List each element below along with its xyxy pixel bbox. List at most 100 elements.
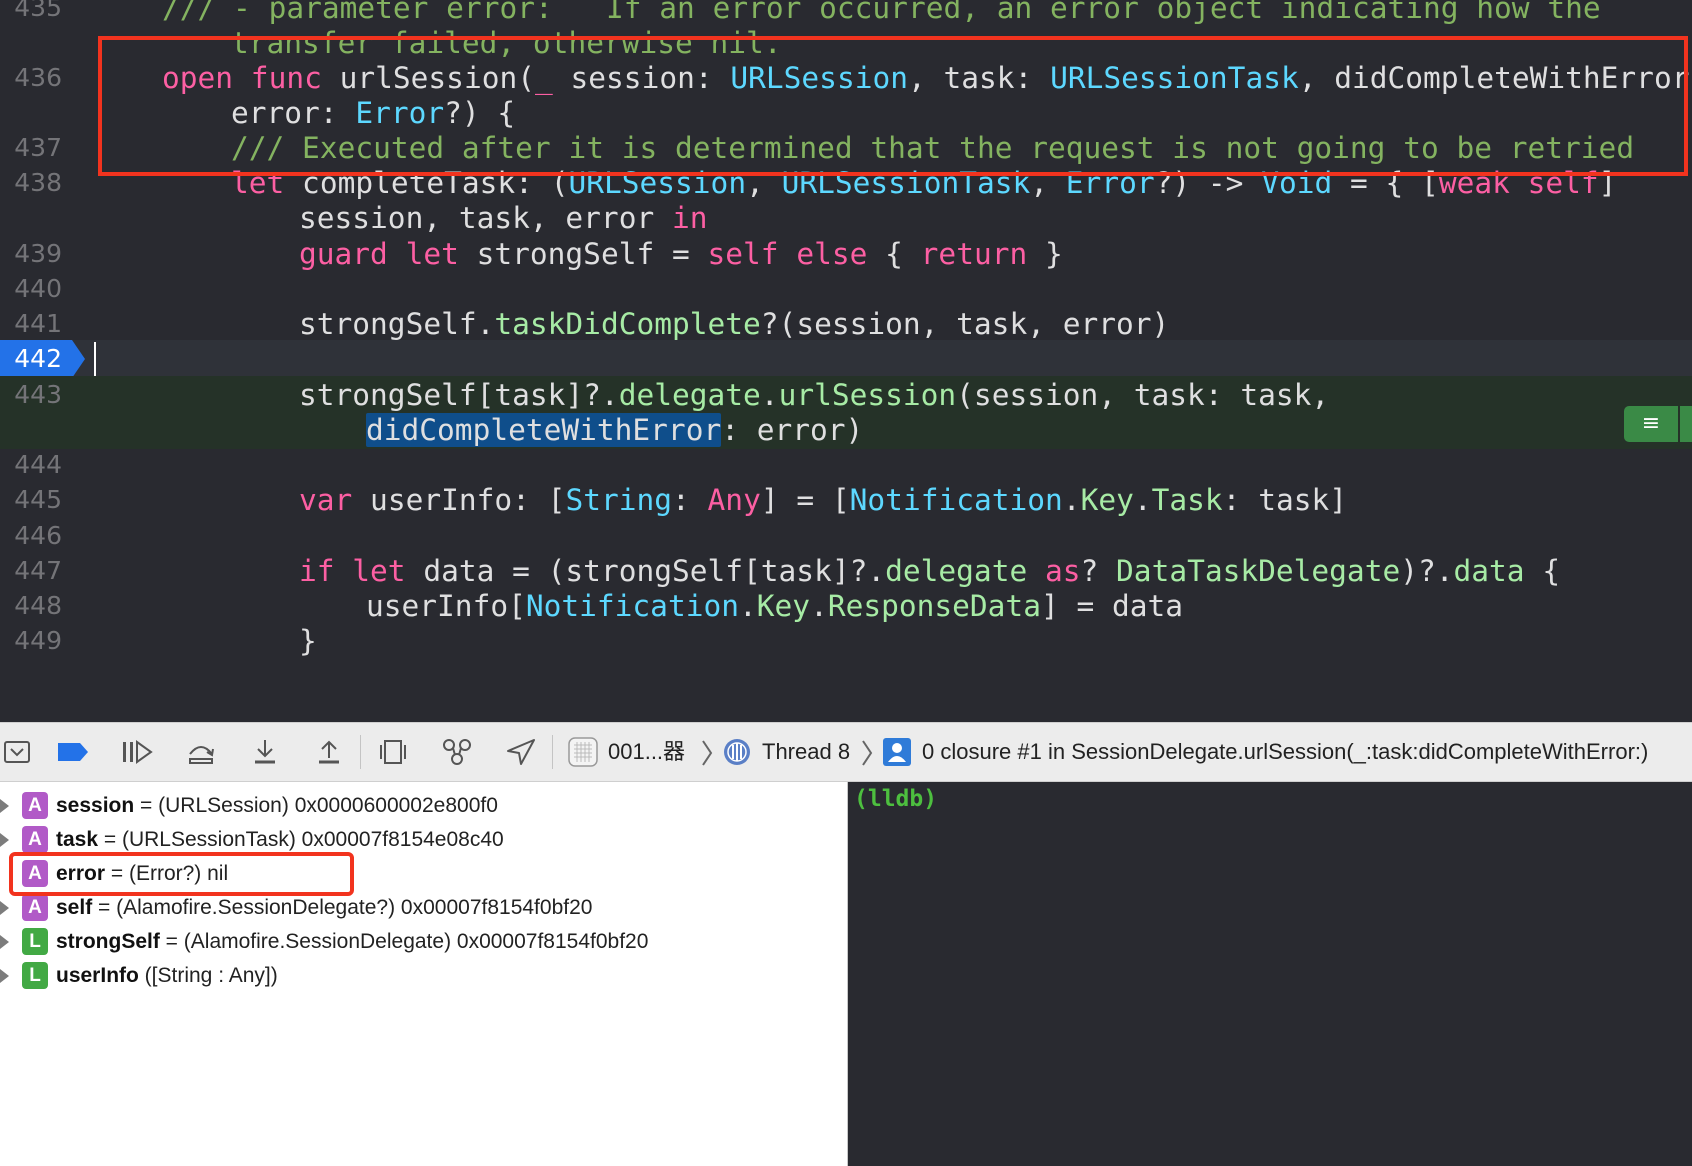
continue-icon[interactable] [120,735,154,769]
disclosure-triangle-icon[interactable] [0,799,9,813]
variables-view[interactable]: Asession = (URLSession) 0x0000600002e800… [0,782,848,1166]
code-token: URLSession [568,166,747,200]
code-line-l439[interactable]: 439 guard let strongSelf = self else { re… [0,235,1692,273]
disclosure-triangle-icon[interactable] [0,935,9,949]
code-token: , [1030,166,1066,200]
stack-frame-name[interactable]: 0 closure #1 in SessionDelegate.urlSessi… [922,723,1648,781]
breakpoints-toggle-icon[interactable] [56,735,90,769]
breakpoint-marker[interactable]: 442 [0,340,85,378]
variable-row-self[interactable]: Aself = (Alamofire.SessionDelegate?) 0x0… [0,890,840,926]
variable-text: task = (URLSessionTask) 0x00007f8154e08c… [56,822,504,858]
line-number: 448 [14,591,62,620]
step-out-icon[interactable] [312,735,346,769]
code-token: } [299,624,317,658]
code-token: ] = data [1040,589,1184,623]
code-line-l446[interactable]: 446 [0,517,1692,555]
view-hierarchy-icon[interactable] [376,735,410,769]
thread-icon [720,735,754,769]
list-icon[interactable]: ≡ [1624,406,1678,442]
code-token: guard let [299,237,459,271]
code-token: urlSession( [321,61,535,95]
argument-badge: A [22,894,48,921]
variable-value: ([String : Any]) [138,964,278,987]
code-token: _ [535,61,553,95]
code-line-l444[interactable]: 444 [0,446,1692,484]
code-token: let [231,166,285,200]
variable-row-error[interactable]: Aerror = (Error?) nil [0,856,840,892]
code-token: URLSessionTask [1050,61,1299,95]
code-token: strongSelf[task]?. [299,378,619,412]
text-cursor [94,342,96,376]
code-token: self else [707,237,868,271]
code-editor[interactable]: 435 /// - parameter error: If an error oc… [0,0,1692,722]
code-token: Error [1065,166,1155,200]
code-line-l440[interactable]: 440 [0,270,1692,308]
variable-name: self [56,896,93,919]
variable-row-task[interactable]: Atask = (URLSessionTask) 0x00007f8154e08… [0,822,840,858]
line-number: 442 [14,344,62,373]
variable-row-userInfo[interactable]: LuserInfo ([String : Any]) [0,958,840,994]
toolbar-separator [360,735,361,769]
code-token: URLSession [730,61,908,95]
process-name[interactable]: 001...器 [608,723,685,781]
code-token: as [1027,554,1081,588]
code-token: )?. [1400,554,1454,588]
code-line-l435[interactable]: 435 /// - parameter error: If an error oc… [0,0,1692,27]
code-line-l436[interactable]: 436 open func urlSession(_ session: URLSe… [0,59,1692,97]
code-line-l441[interactable]: 441 strongSelf.taskDidComplete?(session, … [0,305,1692,343]
process-icon [566,735,600,769]
lldb-prompt[interactable]: (lldb) [854,784,937,814]
step-into-icon[interactable] [248,735,282,769]
code-token: ResponseData [827,589,1041,623]
code-token: , task: [907,61,1051,95]
code-line-l442[interactable]: 442 [0,340,1692,378]
line-number: 440 [14,274,62,303]
code-line-l443[interactable]: 443 strongSelf[task]?.delegate.urlSession… [0,376,1692,414]
code-token: : [672,483,708,517]
code-token: . [760,378,779,412]
code-text: guard let strongSelf = self else { retur… [299,235,1063,273]
code-token: Task [1151,483,1223,517]
code-token: if let [299,554,406,588]
code-line-l437[interactable]: 437 /// Executed after it is determined t… [0,129,1692,167]
code-token: transfer failed, otherwise nil. [231,26,782,60]
code-line-l445[interactable]: 445 var userInfo: [String: Any] = [Notifi… [0,481,1692,519]
line-number: 436 [14,63,62,92]
code-line-l447[interactable]: 447 if let data = (strongSelf[task]?.dele… [0,552,1692,590]
simulate-location-icon[interactable] [504,735,538,769]
code-token: : task] [1222,483,1347,517]
code-token: error: [231,96,356,130]
disclosure-triangle-icon[interactable] [0,833,9,847]
code-token: Error [355,96,445,130]
code-token: delegate [885,554,1028,588]
code-line-l438b[interactable]: session, task, error in [0,199,1692,237]
code-text: let completeTask: (URLSession, URLSessio… [231,164,1616,202]
code-line-l438[interactable]: 438 let completeTask: (URLSession, URLSes… [0,164,1692,202]
memory-graph-icon[interactable] [440,735,474,769]
code-line-l448[interactable]: 448 userInfo[Notification.Key.ResponseDat… [0,587,1692,625]
code-line-l449[interactable]: 449} [0,622,1692,660]
code-token: Key [1080,483,1134,517]
code-line-l443b[interactable]: didCompleteWithError: error) [0,411,1692,449]
code-token: . [1062,483,1081,517]
code-token: strongSelf = [458,237,708,271]
hide-debug-area-icon[interactable] [0,735,34,769]
code-line-l436b[interactable]: error: Error?) { [0,94,1692,132]
code-token: weak self [1438,166,1599,200]
disclosure-triangle-icon[interactable] [0,901,9,915]
step-over-icon[interactable] [184,735,218,769]
debug-console[interactable]: (lldb) [848,782,1692,1166]
variable-row-strongSelf[interactable]: LstrongSelf = (Alamofire.SessionDelegate… [0,924,840,960]
code-text: /// Executed after it is determined that… [231,129,1634,167]
argument-badge: A [22,792,48,819]
disclosure-triangle-icon[interactable] [0,969,9,983]
chevron-right-icon [862,740,873,766]
code-token: Notification [849,483,1063,517]
code-token: String [565,483,673,517]
variable-row-session[interactable]: Asession = (URLSession) 0x0000600002e800… [0,788,840,824]
code-line-l435b[interactable]: transfer failed, otherwise nil. [0,24,1692,62]
code-text: if let data = (strongSelf[task]?.delegat… [299,552,1560,590]
code-token: } [1027,237,1063,271]
thread-name[interactable]: Thread 8 [762,723,850,781]
code-text: open func urlSession(_ session: URLSessi… [162,59,1689,97]
